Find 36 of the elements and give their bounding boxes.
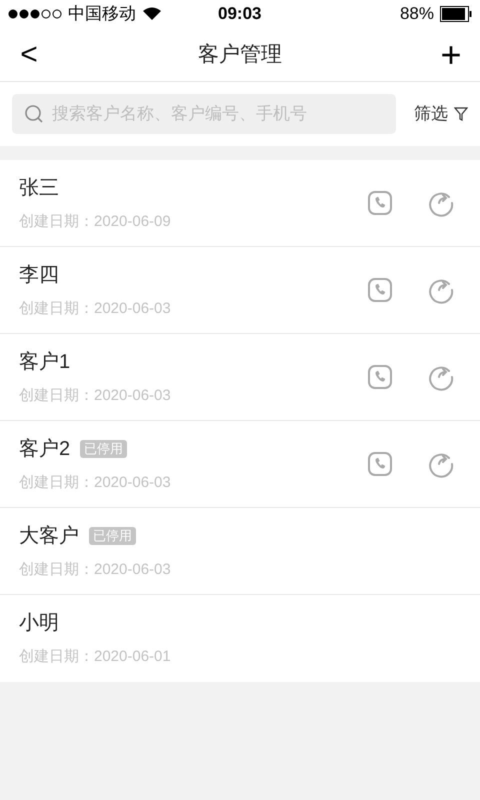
created-date: 创建日期：2020-06-01 xyxy=(19,647,171,668)
back-button[interactable]: < xyxy=(14,40,44,70)
customer-row[interactable]: 大客户 已停用 创建日期：2020-06-03 xyxy=(0,508,480,595)
customer-row[interactable]: 客户1 创建日期：2020-06-03 xyxy=(0,334,480,421)
search-icon xyxy=(24,104,44,124)
created-date: 创建日期：2020-06-09 xyxy=(19,212,171,232)
disabled-tag: 已停用 xyxy=(89,526,136,545)
phone-icon[interactable] xyxy=(367,190,393,216)
customer-row[interactable]: 李四 创建日期：2020-06-03 xyxy=(0,247,480,334)
customer-name: 客户2 xyxy=(19,436,70,462)
customer-name: 大客户 xyxy=(19,524,79,549)
created-date: 创建日期：2020-06-03 xyxy=(19,298,171,319)
customer-name: 张三 xyxy=(19,176,59,201)
page-title: 客户管理 xyxy=(198,42,282,68)
phone-icon[interactable] xyxy=(367,364,393,390)
time-text: 09:03 xyxy=(218,3,262,26)
customer-name: 李四 xyxy=(19,262,59,288)
battery-icon xyxy=(440,6,472,22)
add-button[interactable]: + xyxy=(436,36,466,72)
created-date: 创建日期：2020-06-03 xyxy=(19,472,171,493)
battery-text: 88% xyxy=(400,3,434,26)
customer-name: 小明 xyxy=(19,611,59,636)
customer-name: 客户1 xyxy=(19,350,70,375)
carrier-text: 中国移动 xyxy=(68,3,136,26)
phone-icon[interactable] xyxy=(367,277,393,303)
funnel-icon xyxy=(454,107,468,121)
customer-row[interactable]: 客户2 已停用 创建日期：2020-06-03 xyxy=(0,421,480,508)
phone-icon[interactable] xyxy=(367,451,393,477)
disabled-tag: 已停用 xyxy=(80,440,128,458)
created-date: 创建日期：2020-06-03 xyxy=(19,560,171,580)
customer-row[interactable]: 张三 创建日期：2020-06-09 xyxy=(0,160,480,247)
filter-button[interactable]: 筛选 xyxy=(414,101,468,127)
wifi-icon xyxy=(142,7,162,21)
created-date: 创建日期：2020-06-03 xyxy=(19,386,171,406)
customer-row[interactable]: 小明 创建日期：2020-06-01 xyxy=(0,595,480,682)
signal-icon xyxy=(8,9,64,19)
